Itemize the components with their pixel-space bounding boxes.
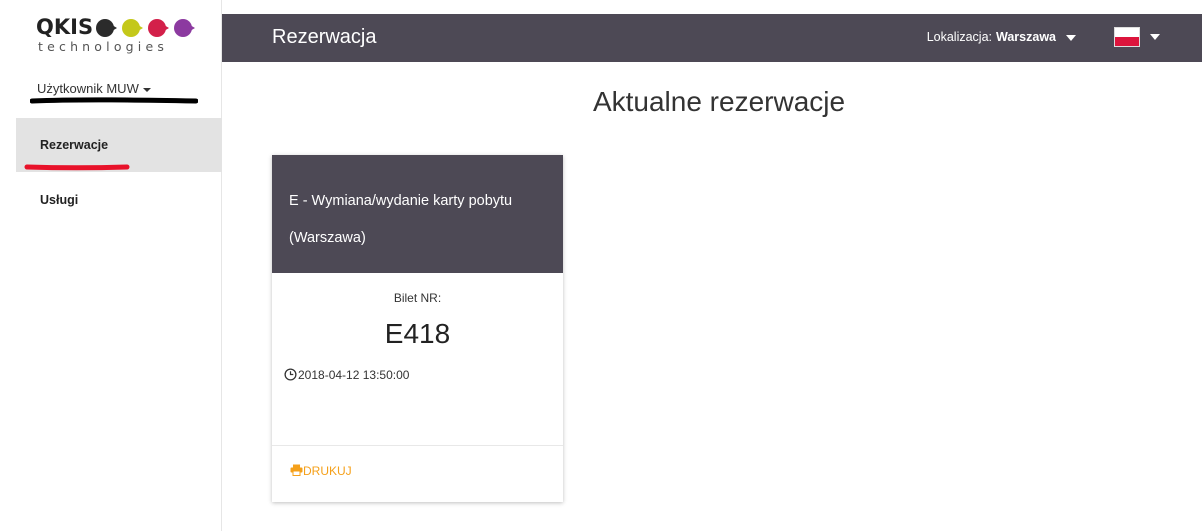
logo-word: QKIS bbox=[36, 15, 94, 39]
section-heading: Aktualne rezerwacje bbox=[592, 86, 846, 117]
clock-icon bbox=[284, 368, 297, 381]
page-title: Rezerwacja bbox=[272, 26, 377, 48]
logo-arrows-icon bbox=[96, 19, 195, 37]
ticket-label: Bilet NR: bbox=[393, 291, 442, 305]
location-selector[interactable]: Lokalizacja: Warszawa bbox=[927, 30, 1076, 44]
language-caret-down-icon[interactable] bbox=[1150, 34, 1160, 40]
printer-icon bbox=[290, 464, 303, 476]
datetime-value: 2018-04-12 13:50:00 bbox=[298, 368, 410, 382]
top-bar: Rezerwacja Lokalizacja: Warszawa bbox=[222, 14, 1202, 62]
reservation-datetime: 2018-04-12 13:50:00 bbox=[284, 368, 409, 382]
location-value: Warszawa bbox=[996, 30, 1056, 44]
service-name: E - Wymiana/wydanie karty pobytu bbox=[289, 193, 513, 209]
print-button[interactable]: DRUKUJ bbox=[290, 464, 352, 478]
highlight-underline bbox=[24, 164, 130, 171]
location-label: Lokalizacja: bbox=[926, 30, 993, 44]
logo: QKIS technologies bbox=[36, 16, 206, 56]
sidebar-item-label: Rezerwacje bbox=[40, 138, 109, 152]
card-header: E - Wymiana/wydanie karty pobytu (Warsza… bbox=[272, 155, 563, 273]
sidebar-item-uslugi[interactable]: Usługi bbox=[16, 173, 222, 227]
caret-down-icon bbox=[1066, 34, 1076, 41]
ticket-number: E418 bbox=[384, 318, 451, 349]
sidebar: QKIS technologies Użytkownik MUW Rezerwa… bbox=[0, 0, 222, 531]
flag-pl-icon[interactable] bbox=[1114, 27, 1140, 47]
divider bbox=[272, 445, 563, 446]
print-label: DRUKUJ bbox=[303, 464, 352, 478]
sidebar-item-label: Usługi bbox=[40, 193, 79, 207]
reservation-card: E - Wymiana/wydanie karty pobytu (Warsza… bbox=[272, 155, 563, 502]
service-location: (Warszawa) bbox=[289, 230, 366, 246]
logo-subtitle: technologies bbox=[38, 39, 169, 54]
